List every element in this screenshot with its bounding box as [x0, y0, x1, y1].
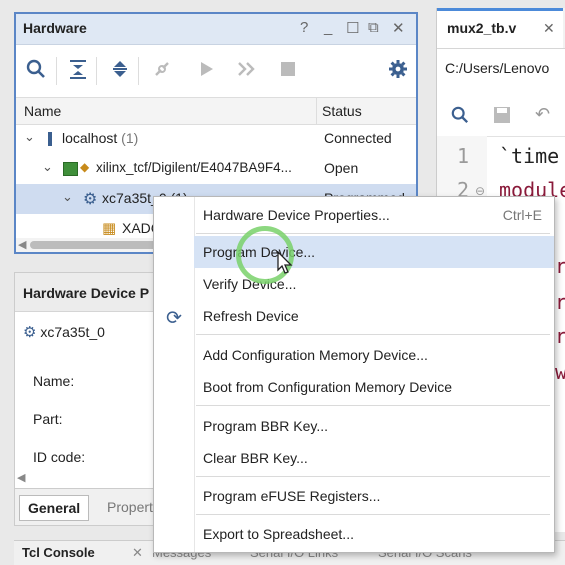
- menu-item-hardware-device-properties[interactable]: Hardware Device Properties... Ctrl+E: [194, 199, 554, 231]
- menu-item-clear-bbr-key[interactable]: Clear BBR Key...: [194, 442, 554, 474]
- expand-all-icon[interactable]: [110, 59, 130, 85]
- editor-tab-label: mux2_tb.v: [447, 20, 517, 36]
- hardware-panel-header: Hardware ? _ ☐ ⧉ ✕: [16, 14, 416, 45]
- close-icon[interactable]: ✕: [392, 19, 405, 37]
- menu-item-label: Export to Spreadsheet...: [203, 526, 354, 542]
- editor-tabbar: mux2_tb.v ✕: [437, 8, 565, 49]
- device-properties-title: Hardware Device P: [23, 285, 150, 301]
- undo-icon[interactable]: ↶: [535, 104, 550, 125]
- status-text: Open: [324, 160, 359, 176]
- tree-row-target[interactable]: ⌄ ◆ xilinx_tcf/Digilent/E4047BA9F4... Op…: [16, 154, 416, 184]
- close-icon[interactable]: ✕: [132, 545, 143, 561]
- context-menu: ⟳ Hardware Device Properties... Ctrl+E P…: [153, 196, 555, 553]
- code-fragment: w: [555, 360, 565, 384]
- code-fragment: r: [555, 324, 565, 348]
- column-header-name[interactable]: Name: [24, 103, 61, 119]
- gear-icon[interactable]: [388, 59, 408, 85]
- menu-item-label: Add Configuration Memory Device...: [203, 347, 428, 363]
- status-text: Connected: [324, 130, 392, 146]
- search-icon[interactable]: [26, 59, 46, 85]
- tab-general[interactable]: General: [19, 495, 90, 521]
- menu-item-boot-from-config-memory[interactable]: Boot from Configuration Memory Device: [194, 371, 554, 403]
- device-icon: ⚙: [83, 191, 98, 208]
- chevron-down-icon[interactable]: ⌄: [24, 129, 35, 145]
- menu-item-label: Hardware Device Properties...: [203, 207, 390, 223]
- menu-item-add-config-memory[interactable]: Add Configuration Memory Device...: [194, 339, 554, 371]
- server-icon: [48, 132, 52, 146]
- hardware-toolbar: [16, 45, 416, 98]
- collapse-all-icon[interactable]: [68, 59, 88, 85]
- fast-forward-icon[interactable]: [236, 59, 258, 85]
- line-number: 1: [457, 144, 470, 168]
- jtag-target-icon: [63, 162, 78, 176]
- run-icon[interactable]: [196, 59, 216, 85]
- float-icon[interactable]: ⧉: [368, 19, 379, 36]
- code-fragment: r: [555, 254, 565, 278]
- menu-separator: [196, 514, 550, 515]
- device-name: xc7a35t_0: [40, 324, 105, 340]
- toolbar-separator: [56, 57, 57, 85]
- chevron-down-icon[interactable]: ⌄: [62, 189, 73, 205]
- file-path: C:/Users/Lenovo: [445, 60, 550, 76]
- maximize-icon[interactable]: ☐: [346, 19, 359, 37]
- device-name-row: ⚙ xc7a35t_0: [23, 323, 105, 341]
- help-icon[interactable]: ?: [300, 19, 308, 36]
- device-icon: ⚙: [23, 324, 37, 341]
- property-label: ID code:: [33, 449, 86, 465]
- tree-item-label: localhost (1): [62, 130, 139, 146]
- minimize-icon[interactable]: _: [324, 19, 332, 36]
- refresh-icon: ⟳: [166, 308, 182, 329]
- menu-item-label: Clear BBR Key...: [203, 450, 308, 466]
- menu-separator: [196, 405, 550, 406]
- property-label: Name:: [33, 373, 75, 389]
- editor-toolbar: ↶: [437, 96, 565, 137]
- scroll-left-icon[interactable]: ◀: [17, 471, 25, 484]
- menu-item-export-spreadsheet[interactable]: Export to Spreadsheet...: [194, 518, 554, 550]
- menu-item-shortcut: Ctrl+E: [502, 207, 542, 223]
- auto-connect-icon[interactable]: [152, 59, 172, 85]
- menu-separator: [196, 476, 550, 477]
- tree-item-label: xilinx_tcf/Digilent/E4047BA9F4...: [96, 160, 292, 175]
- column-divider[interactable]: [316, 98, 317, 124]
- code-fragment: r: [555, 290, 565, 314]
- toolbar-separator: [96, 57, 97, 85]
- menu-item-label: Program eFUSE Registers...: [203, 488, 381, 504]
- code-line[interactable]: `time: [499, 144, 559, 168]
- menu-item-program-efuse[interactable]: Program eFUSE Registers...: [194, 480, 554, 512]
- close-icon[interactable]: ✕: [543, 20, 555, 37]
- mouse-pointer-icon: [277, 250, 293, 278]
- save-icon[interactable]: [493, 106, 511, 127]
- menu-item-label: Refresh Device: [203, 308, 299, 324]
- tab-tcl-console[interactable]: Tcl Console: [22, 545, 95, 560]
- toolbar-separator: [138, 57, 139, 85]
- menu-item-refresh-device[interactable]: Refresh Device: [194, 300, 554, 332]
- menu-item-label: Program BBR Key...: [203, 418, 329, 434]
- column-header-status[interactable]: Status: [322, 103, 362, 119]
- link-icon: ◆: [80, 160, 90, 174]
- menu-separator: [196, 334, 550, 335]
- tab-properties[interactable]: Propert: [107, 499, 153, 515]
- xadc-icon: ▦: [102, 220, 117, 237]
- hardware-panel-title: Hardware: [23, 20, 87, 36]
- tab-mux2-tb[interactable]: mux2_tb.v ✕: [437, 8, 563, 48]
- menu-item-program-bbr-key[interactable]: Program BBR Key...: [194, 410, 554, 442]
- search-icon[interactable]: [451, 106, 469, 127]
- tree-row-localhost[interactable]: ⌄ localhost (1) Connected: [16, 124, 416, 154]
- stop-icon[interactable]: [278, 59, 298, 85]
- menu-item-label: Boot from Configuration Memory Device: [203, 379, 452, 395]
- property-label: Part:: [33, 411, 63, 427]
- scroll-left-icon[interactable]: ◀: [18, 238, 26, 251]
- menu-icon-column: [154, 197, 195, 552]
- hardware-column-headers: Name Status: [16, 98, 416, 125]
- chevron-down-icon[interactable]: ⌄: [42, 159, 53, 175]
